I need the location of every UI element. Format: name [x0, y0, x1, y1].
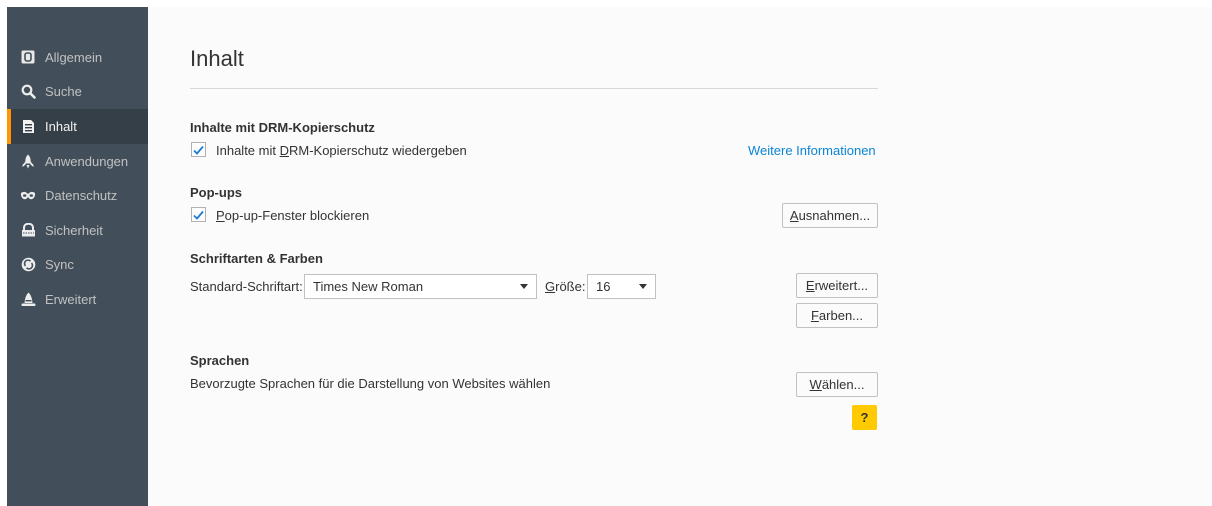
sidebar-item-datenschutz[interactable]: Datenschutz	[7, 178, 148, 213]
block-popups-checkbox[interactable]	[191, 207, 206, 222]
colors-button[interactable]: Farben...	[796, 303, 878, 328]
font-size-select[interactable]: 16	[587, 274, 656, 299]
search-icon	[20, 84, 36, 100]
sidebar-item-suche[interactable]: Suche	[7, 75, 148, 110]
help-button[interactable]: ?	[852, 405, 877, 430]
choose-languages-button[interactable]: Wählen...	[796, 372, 878, 397]
wizard-hat-icon	[20, 291, 36, 307]
sidebar-item-label: Sicherheit	[45, 222, 103, 238]
fonts-section-heading: Schriftarten & Farben	[190, 251, 323, 266]
sidebar-item-sync[interactable]: Sync	[7, 248, 148, 283]
title-divider	[190, 88, 878, 89]
languages-description: Bevorzugte Sprachen für die Darstellung …	[190, 376, 551, 391]
default-font-select[interactable]: Times New Roman	[304, 274, 537, 299]
sidebar-item-label: Sync	[45, 257, 74, 273]
default-font-label: Standard-Schriftart:	[190, 279, 303, 294]
sidebar-item-label: Anwendungen	[45, 153, 129, 169]
more-info-link[interactable]: Weitere Informationen	[748, 143, 876, 158]
sidebar-item-label: Datenschutz	[45, 188, 118, 204]
drm-checkbox[interactable]	[191, 142, 206, 157]
sidebar-item-sicherheit[interactable]: Sicherheit	[7, 213, 148, 248]
chevron-down-icon	[520, 284, 528, 289]
sidebar: Allgemein Suche Inhalt Anwendungen Daten…	[7, 7, 148, 506]
sidebar-item-label: Inhalt	[45, 118, 77, 134]
category-list: Allgemein Suche Inhalt Anwendungen Daten…	[7, 40, 148, 317]
sidebar-item-label: Allgemein	[45, 49, 103, 65]
popups-section-heading: Pop-ups	[190, 185, 242, 200]
popup-exceptions-button[interactable]: Ausnahmen...	[782, 203, 878, 228]
sync-icon	[20, 257, 36, 273]
sidebar-item-label: Suche	[45, 84, 82, 100]
sidebar-item-erweitert[interactable]: Erweitert	[7, 282, 148, 317]
preferences-window: Allgemein Suche Inhalt Anwendungen Daten…	[7, 7, 1212, 506]
fonts-advanced-button[interactable]: Erweitert...	[796, 273, 878, 298]
security-icon	[20, 222, 36, 238]
sidebar-item-allgemein[interactable]: Allgemein	[7, 40, 148, 75]
default-font-value: Times New Roman	[313, 279, 424, 294]
page-title: Inhalt	[190, 46, 244, 71]
checkmark-icon	[193, 145, 204, 155]
general-icon	[20, 49, 36, 65]
font-size-label: Größe:	[545, 279, 586, 294]
sidebar-item-inhalt[interactable]: Inhalt	[7, 109, 148, 144]
chevron-down-icon	[639, 284, 647, 289]
languages-section-heading: Sprachen	[190, 353, 250, 368]
sidebar-item-anwendungen[interactable]: Anwendungen	[7, 144, 148, 179]
block-popups-label[interactable]: Pop-up-Fenster blockieren	[216, 208, 369, 223]
rocket-icon	[20, 153, 36, 169]
sidebar-item-label: Erweitert	[45, 291, 97, 307]
drm-checkbox-label[interactable]: Inhalte mit DRM-Kopierschutz wiedergeben	[216, 143, 467, 158]
checkmark-icon	[193, 210, 204, 220]
content-document-icon	[20, 118, 36, 134]
drm-section-heading: Inhalte mit DRM-Kopierschutz	[190, 120, 375, 135]
mask-icon	[20, 188, 36, 204]
font-size-value: 16	[596, 279, 611, 294]
